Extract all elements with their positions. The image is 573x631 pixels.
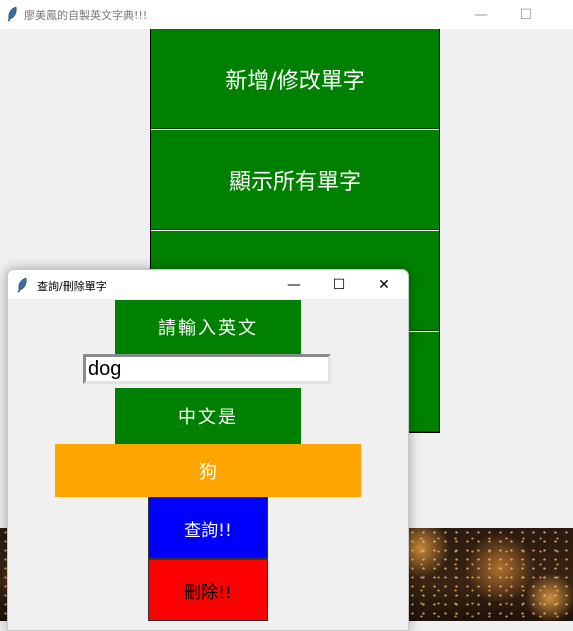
query-delete-dialog: 查詢/刪除單字 — ☐ ✕ 請輸入英文 中文是 狗 查詢!! 刪除!! [7, 269, 409, 631]
prompt-label: 請輸入英文 [115, 300, 301, 354]
dialog-titlebar: 查詢/刪除單字 — ☐ ✕ [8, 270, 408, 299]
query-button[interactable]: 查詢!! [148, 497, 268, 559]
main-window-title: 廖美鳳的自製英文字典!!! [24, 9, 148, 22]
translation-result: 狗 [55, 444, 361, 497]
feather-icon [7, 6, 17, 22]
dialog-minimize-button[interactable]: — [271, 270, 317, 299]
maximize-button[interactable]: ☐ [503, 0, 549, 29]
delete-button[interactable]: 刪除!! [148, 559, 268, 621]
feather-icon [17, 277, 27, 293]
add-edit-word-button[interactable]: 新增/修改單字 [151, 29, 439, 131]
dialog-title: 查詢/刪除單字 [37, 280, 107, 293]
chinese-label: 中文是 [115, 388, 301, 444]
dialog-close-button[interactable]: ✕ [361, 270, 407, 299]
dialog-maximize-button[interactable]: ☐ [316, 270, 362, 299]
minimize-button[interactable]: — [458, 0, 504, 29]
english-word-input[interactable] [83, 354, 331, 384]
show-all-words-button[interactable]: 顯示所有單字 [151, 130, 439, 232]
main-titlebar: 廖美鳳的自製英文字典!!! — ☐ [0, 0, 573, 29]
